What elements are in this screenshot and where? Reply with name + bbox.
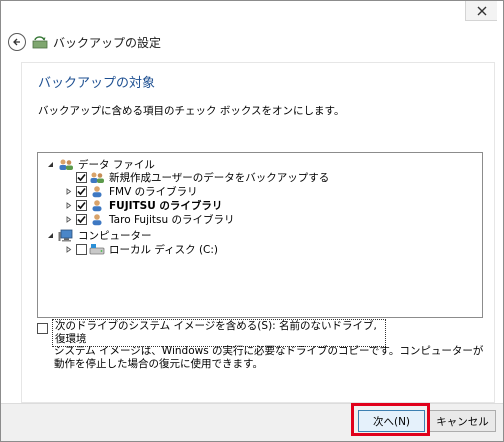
checkbox-fmv-library[interactable] — [76, 185, 87, 197]
back-arrow-icon — [13, 38, 20, 46]
tree-item-taro-library[interactable]: Taro Fujitsu のライブラリ — [64, 212, 235, 226]
close-button[interactable] — [465, 1, 497, 21]
checkbox-taro-library[interactable] — [76, 213, 87, 225]
tree-label-fmv-library: FMV のライブラリ — [109, 185, 198, 198]
collapsed-arrow-icon[interactable] — [64, 201, 73, 210]
checkbox-fujitsu-library[interactable] — [76, 199, 87, 211]
tree-label-local-disk: ローカル ディスク (C:) — [109, 243, 219, 256]
tree-item-new-user-data[interactable]: 新規作成ユーザーのデータをバックアップする — [64, 170, 329, 184]
close-icon — [477, 6, 486, 15]
tree-label-new-user-data: 新規作成ユーザーのデータをバックアップする — [109, 171, 330, 184]
instruction-text: バックアップに含める項目のチェック ボックスをオンにします。 — [38, 105, 345, 117]
drive-icon — [89, 243, 105, 254]
user-icon — [92, 213, 102, 225]
system-image-checkbox[interactable] — [37, 323, 48, 334]
section-title: バックアップの対象 — [38, 76, 156, 91]
users-icon — [90, 172, 104, 183]
system-image-label[interactable]: 次のドライブのシステム イメージを含める(S): 名前のないドライブ, (C:)… — [52, 319, 386, 347]
tree-item-fujitsu-library[interactable]: FUJITSU のライブラリ — [64, 198, 222, 212]
user-icon — [92, 185, 102, 197]
collapsed-arrow-icon[interactable] — [64, 245, 73, 254]
cancel-button[interactable]: キャンセル — [429, 410, 496, 432]
checkbox-new-user-data[interactable] — [76, 171, 87, 183]
backup-app-icon — [32, 36, 48, 49]
system-image-description: システム イメージは、Windows の実行に必要なドライブのコピーです。コンピ… — [54, 345, 484, 370]
backup-items-tree: データ ファイル 新規作成ユーザーのデータをバックアップする FMV のライブラ… — [37, 152, 483, 318]
users-icon — [59, 159, 73, 170]
collapsed-arrow-icon[interactable] — [64, 215, 73, 224]
tree-label-taro-library: Taro Fujitsu のライブラリ — [109, 213, 235, 226]
tree-label-fujitsu-library: FUJITSU のライブラリ — [109, 199, 223, 212]
tree-label-computer: コンピューター — [78, 229, 152, 242]
next-button[interactable]: 次へ(N) — [358, 410, 425, 432]
expanded-arrow-icon[interactable] — [46, 160, 55, 169]
computer-icon — [58, 229, 73, 241]
header: バックアップの設定 — [1, 21, 503, 61]
expanded-arrow-icon[interactable] — [46, 231, 55, 240]
user-icon — [92, 199, 102, 211]
footer-bar — [1, 403, 503, 441]
tree-node-computer[interactable]: コンピューター — [46, 228, 152, 242]
tree-item-local-disk[interactable]: ローカル ディスク (C:) — [64, 242, 218, 256]
window-title: バックアップの設定 — [53, 36, 162, 50]
backup-settings-window: バックアップの設定 バックアップの対象 バックアップに含める項目のチェック ボッ… — [0, 0, 504, 442]
back-button[interactable] — [8, 33, 26, 51]
collapsed-arrow-icon[interactable] — [64, 187, 73, 196]
tree-item-fmv-library[interactable]: FMV のライブラリ — [64, 184, 198, 198]
checkbox-local-disk[interactable] — [76, 243, 87, 255]
